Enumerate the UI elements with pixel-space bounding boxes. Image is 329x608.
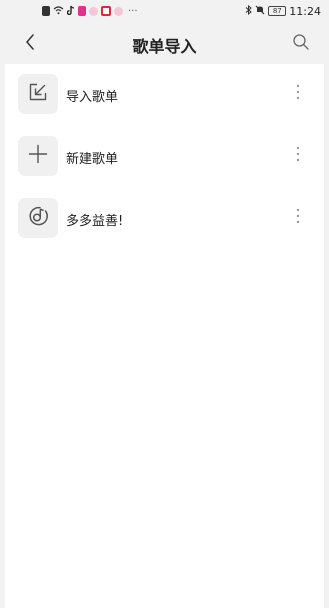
app-icon	[78, 6, 86, 16]
tiktok-icon	[66, 5, 75, 18]
baby-icon	[89, 6, 98, 16]
notification-icon	[42, 6, 50, 16]
list-item-import-playlist[interactable]: 导入歌单	[5, 64, 324, 126]
bluetooth-icon	[245, 4, 253, 18]
mute-icon	[255, 5, 265, 18]
header: 歌单导入	[0, 22, 329, 66]
baby-icon	[114, 6, 123, 16]
more-vertical-icon	[296, 146, 300, 166]
plus-icon	[28, 144, 48, 168]
import-arrow-icon	[28, 82, 48, 106]
more-options-button[interactable]	[290, 208, 306, 228]
status-bar: ··· 87 11:24	[0, 0, 329, 22]
search-button[interactable]	[289, 32, 313, 56]
status-bar-right: 87 11:24	[245, 4, 321, 18]
red-app-icon	[101, 6, 111, 16]
status-time: 11:24	[289, 4, 321, 18]
list-item-label: 多多益善!	[66, 214, 124, 229]
item-icon-box	[18, 74, 58, 114]
more-notifications-indicator: ···	[128, 5, 138, 17]
list-item-new-playlist[interactable]: 新建歌单	[5, 126, 324, 188]
list-item-label: 导入歌单	[66, 90, 119, 105]
item-icon-box	[18, 198, 58, 238]
search-icon	[292, 33, 310, 55]
more-options-button[interactable]	[290, 84, 306, 104]
status-bar-left: ···	[42, 5, 138, 18]
more-vertical-icon	[296, 208, 300, 228]
music-disc-icon	[27, 205, 49, 231]
battery-icon: 87	[268, 6, 287, 16]
more-vertical-icon	[296, 84, 300, 104]
more-options-button[interactable]	[290, 146, 306, 166]
list-item-playlist-duoduoyishan[interactable]: 多多益善!	[5, 188, 324, 250]
wifi-icon	[53, 5, 64, 18]
list-item-label: 新建歌单	[66, 152, 119, 167]
playlist-list: 导入歌单 新建歌单 多多益善!	[5, 64, 324, 608]
item-icon-box	[18, 136, 58, 176]
page-title: 歌单导入	[132, 37, 197, 56]
